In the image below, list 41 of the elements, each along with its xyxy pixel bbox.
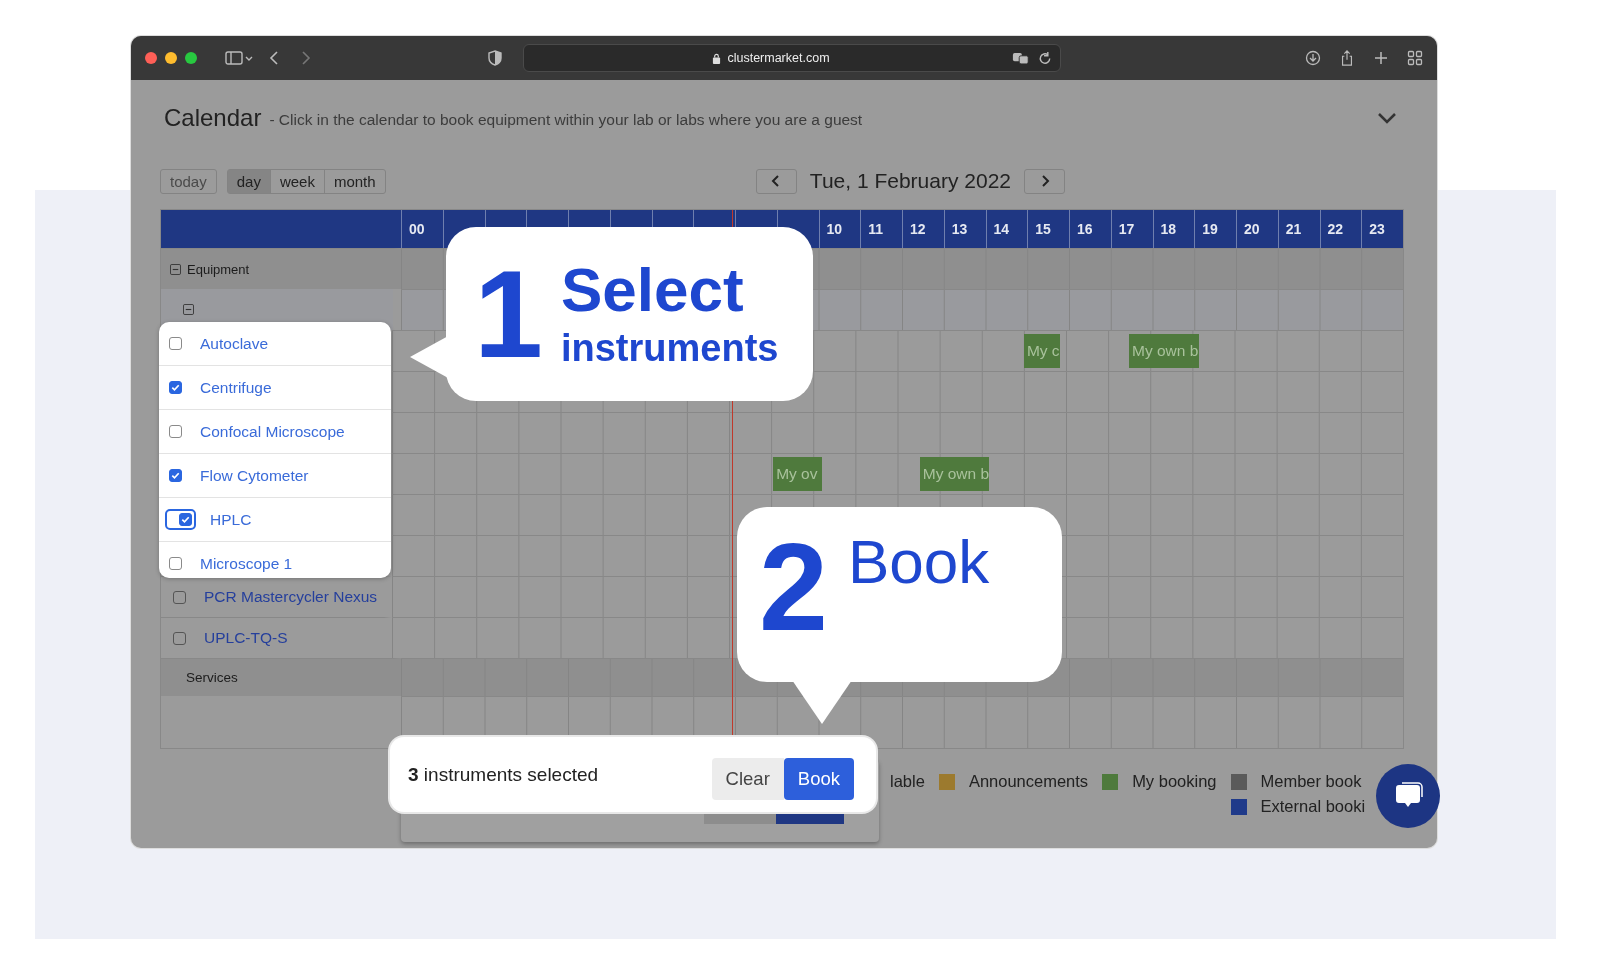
- booking-block[interactable]: My c: [1023, 334, 1061, 368]
- group-label: Services: [186, 670, 238, 685]
- instrument-link[interactable]: HPLC: [210, 510, 252, 529]
- highlighted-row[interactable]: HPLC: [159, 498, 391, 542]
- highlighted-row[interactable]: Microscope 1: [159, 542, 391, 578]
- book-button[interactable]: Book: [783, 757, 854, 800]
- legend-label: External booki: [1260, 797, 1366, 816]
- highlighted-row[interactable]: Autoclave: [159, 322, 391, 366]
- page-title: Calendar: [164, 104, 262, 132]
- legend-label: lable: [890, 772, 925, 791]
- view-tab[interactable]: week: [269, 169, 324, 193]
- url-text: clustermarket.com: [727, 51, 830, 65]
- booking-block[interactable]: My own b: [919, 457, 990, 491]
- today-button[interactable]: today: [160, 168, 217, 194]
- highlighted-row[interactable]: Confocal Microscope: [159, 410, 391, 454]
- instrument-link[interactable]: Confocal Microscope: [200, 422, 345, 441]
- instrument-link[interactable]: Flow Cytometer: [200, 466, 309, 485]
- legend-label: My booking: [1132, 772, 1217, 791]
- callout-title: Book: [847, 531, 990, 593]
- date-label: Tue, 1 February 2022: [809, 169, 1011, 193]
- instrument-link[interactable]: Microscope 1: [200, 554, 293, 573]
- step-number: 2: [759, 525, 828, 658]
- instrument-link[interactable]: PCR Mastercycler Nexus: [204, 588, 378, 606]
- callout-title: Select: [560, 258, 745, 321]
- highlighted-row[interactable]: Centrifuge: [159, 366, 391, 410]
- view-tab[interactable]: day: [227, 169, 270, 193]
- booking-block[interactable]: My own b: [1129, 334, 1199, 368]
- highlighted-row[interactable]: Flow Cytometer: [159, 454, 391, 498]
- timeline-row[interactable]: My ov My own b: [392, 453, 1403, 494]
- instrument-link[interactable]: Autoclave: [200, 334, 269, 353]
- selection-count: 3 instruments selected: [408, 763, 600, 786]
- group-label: Equipment: [187, 261, 250, 277]
- clear-button[interactable]: Clear: [711, 757, 784, 800]
- address-bar[interactable]: clustermarket.com: [523, 44, 1061, 72]
- view-tab[interactable]: month: [323, 169, 385, 193]
- legend-label: Announcements: [968, 772, 1089, 791]
- instrument-link[interactable]: Centrifuge: [200, 378, 272, 397]
- legend-label: Member book: [1260, 772, 1362, 791]
- instrument-link[interactable]: UPLC-TQ-S: [204, 629, 288, 647]
- booking-block[interactable]: My ov: [773, 457, 822, 491]
- page-subtitle: - Click in the calendar to book equipment within your lab or labs where you are a guest: [269, 110, 863, 129]
